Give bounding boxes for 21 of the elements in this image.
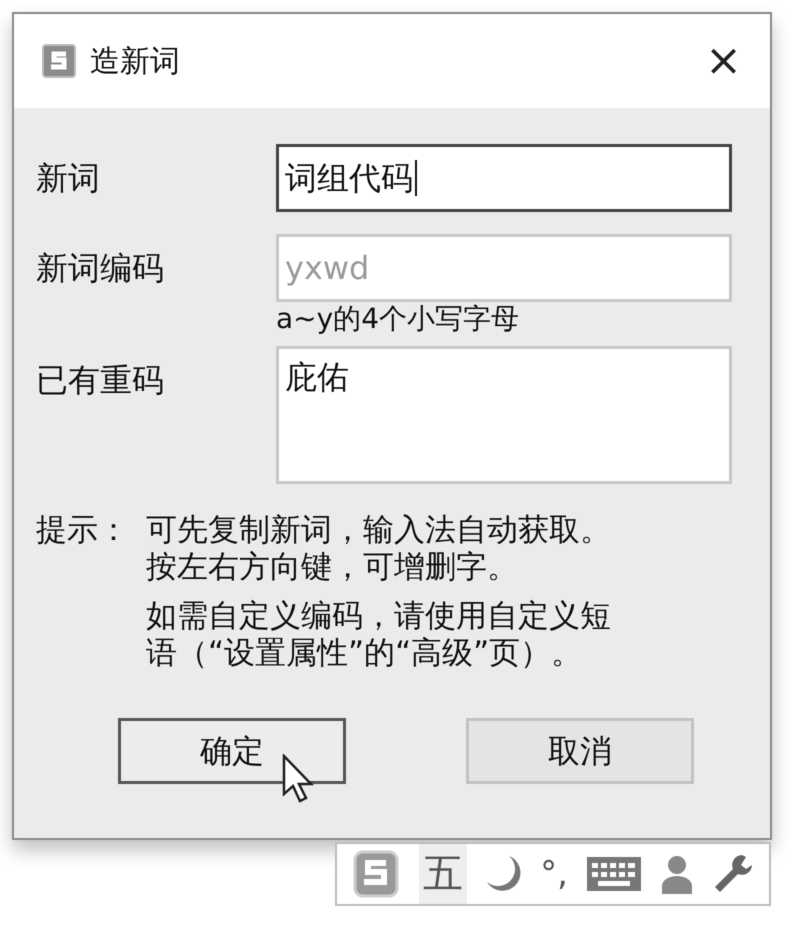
ok-button[interactable]: 确定 xyxy=(118,718,346,784)
cursor-icon xyxy=(282,754,316,804)
tip-text: 如需自定义编码，请使用自定义短 语（“设置属性”的“高级”页）。 xyxy=(146,598,611,672)
user-icon[interactable] xyxy=(661,854,694,894)
app-logo-icon xyxy=(42,44,76,78)
text-area[interactable]: 庇佑 xyxy=(276,346,732,484)
keyboard-icon[interactable] xyxy=(586,856,642,892)
hint-text: a~y的4个小写字母 xyxy=(276,302,520,336)
ime-logo-icon xyxy=(352,849,400,899)
tip-text: 可先复制新词，输入法自动获取。 按左右方向键，可增删字。 xyxy=(146,512,611,586)
field-label: 新词编码 xyxy=(36,248,165,289)
cancel-button[interactable]: 取消 xyxy=(466,718,694,784)
moon-icon[interactable] xyxy=(485,854,522,894)
tip-label: 提示： xyxy=(36,512,130,550)
input-field[interactable]: 词组代码 xyxy=(276,144,732,212)
field-label: 新词 xyxy=(36,158,101,199)
window-title: 造新词 xyxy=(90,42,181,80)
punctuation-toggle[interactable]: °, xyxy=(540,848,568,900)
field-label: 已有重码 xyxy=(36,360,165,401)
input-mode-toggle[interactable]: 五 xyxy=(418,844,467,904)
close-button[interactable]: × xyxy=(701,39,746,83)
